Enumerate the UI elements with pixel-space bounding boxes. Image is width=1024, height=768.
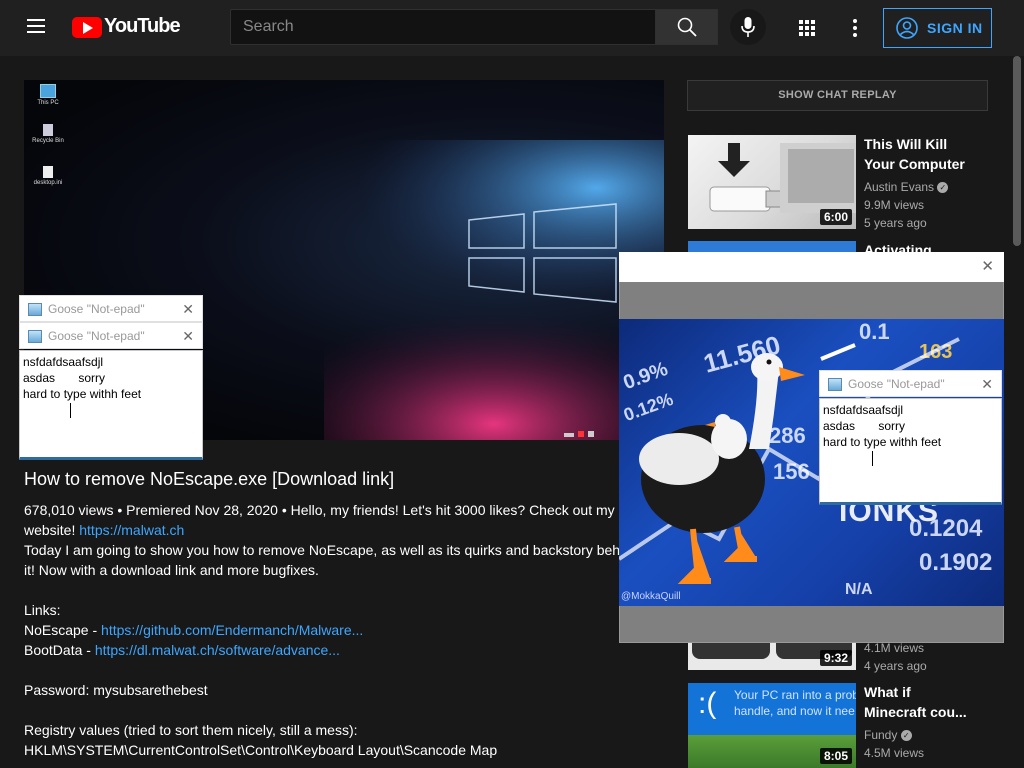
menu-icon[interactable] (27, 15, 45, 37)
description-line: 678,010 views • Premiered Nov 28, 2020 •… (24, 502, 615, 518)
description-line: Registry values (tried to sort them nice… (24, 722, 358, 738)
more-options-icon[interactable] (852, 18, 858, 38)
video-title: How to remove NoEscape.exe [Download lin… (24, 469, 395, 489)
account-icon (896, 17, 918, 39)
top-bar: YouTube Search SIGN IN (0, 0, 1024, 56)
window-title: Goose "Not-epad" (848, 377, 945, 391)
close-icon[interactable]: ✕ (981, 257, 994, 275)
description-line: Links: (24, 602, 61, 618)
channel-name[interactable]: Fundy (864, 728, 897, 742)
recommendation-title[interactable]: What if Minecraft cou... (864, 682, 967, 722)
verified-badge-icon: ✓ (900, 730, 912, 742)
desktop-icon-recycle-bin: Recycle Bin (28, 124, 68, 144)
description-line: Today I am going to show you how to remo… (24, 542, 639, 558)
goose-notepad-titlebar[interactable]: Goose "Not-epad" ✕ (819, 370, 1002, 397)
text-cursor (70, 403, 71, 418)
description-link[interactable]: https://malwat.ch (79, 522, 184, 538)
video-duration: 9:32 (819, 650, 852, 666)
recommendation-meta: 4.1M views 4 years ago (864, 641, 927, 673)
description-link[interactable]: https://dl.malwat.ch/software/advance... (95, 642, 340, 658)
windows-wallpaper-logo (324, 140, 664, 440)
search-icon (677, 17, 697, 37)
text-cursor (872, 451, 873, 466)
desktop-icon-desktop-ini: desktop.ini (28, 166, 68, 186)
desktop-icon-this-pc: This PC (28, 84, 68, 106)
channel-name[interactable]: Austin Evans (864, 180, 934, 194)
description-line: HKLM\SYSTEM\CurrentControlSet\Control\Ke… (24, 742, 498, 758)
description-line (24, 700, 624, 720)
sign-in-label: SIGN IN (927, 20, 983, 36)
recommendation-thumbnail[interactable]: 9:32 (688, 643, 856, 670)
notepad-icon (28, 303, 42, 317)
description-line (24, 580, 624, 600)
notepad-text-area[interactable]: nsfdafdsaafsdjl asdas sorry hard to type… (819, 398, 1002, 505)
description-line: it! Now with a download link and more bu… (24, 562, 319, 578)
voice-search-button[interactable] (730, 9, 766, 45)
verified-badge-icon: ✓ (937, 182, 949, 194)
description-line: NoEscape - https://github.com/Endermanch… (24, 622, 364, 638)
notepad-text-area[interactable]: nsfdafdsaafsdjl asdas sorry hard to type… (19, 350, 203, 460)
description-line: BootData - https://dl.malwat.ch/software… (24, 642, 340, 658)
recommendation-thumbnail[interactable]: 6:00 (688, 135, 856, 229)
goose-meme-titlebar[interactable]: ✕ (619, 252, 1004, 282)
search-button[interactable] (655, 9, 718, 45)
recommendation-thumbnail[interactable]: :( Your PC ran into a prob handle, and n… (688, 683, 856, 768)
show-chat-replay-button[interactable]: SHOW CHAT REPLAY (687, 80, 988, 111)
window-title: Goose "Not-epad" (48, 329, 145, 343)
recommendation-meta: Fundy ✓ 4.5M views (864, 728, 925, 760)
description-link[interactable]: https://github.com/Endermanch/Malware... (101, 622, 363, 638)
meme-credit: @MokkaQuill (621, 591, 681, 602)
description-line: Password: mysubsarethebest (24, 682, 208, 698)
taskbar-tray (564, 424, 624, 437)
recommendation-meta: Austin Evans ✓ 9.9M views 5 years ago (864, 178, 949, 232)
notepad-icon (828, 378, 842, 392)
close-icon[interactable]: ✕ (182, 323, 194, 350)
description-line: website! https://malwat.ch (24, 522, 185, 538)
description-line (24, 660, 624, 680)
search-input[interactable]: Search (230, 9, 656, 45)
goose-notepad-titlebar[interactable]: Goose "Not-epad" ✕ (19, 322, 203, 349)
close-icon[interactable]: ✕ (182, 296, 194, 323)
goose-notepad-titlebar[interactable]: Goose "Not-epad" ✕ (19, 295, 203, 322)
microphone-icon (741, 17, 755, 37)
apps-grid-icon[interactable] (798, 19, 816, 37)
video-duration: 6:00 (819, 209, 852, 225)
video-description: 678,010 views • Premiered Nov 28, 2020 •… (24, 500, 639, 760)
video-duration: 8:05 (819, 748, 852, 764)
recommendation-title[interactable]: This Will Kill Your Computer (864, 134, 965, 174)
youtube-logo-icon[interactable] (72, 17, 102, 38)
window-title: Goose "Not-epad" (48, 302, 145, 316)
youtube-logo-text[interactable]: YouTube (104, 15, 181, 38)
close-icon[interactable]: ✕ (981, 371, 993, 398)
notepad-icon (28, 330, 42, 344)
page-scrollbar[interactable] (1013, 56, 1021, 246)
sign-in-button[interactable]: SIGN IN (883, 8, 992, 48)
